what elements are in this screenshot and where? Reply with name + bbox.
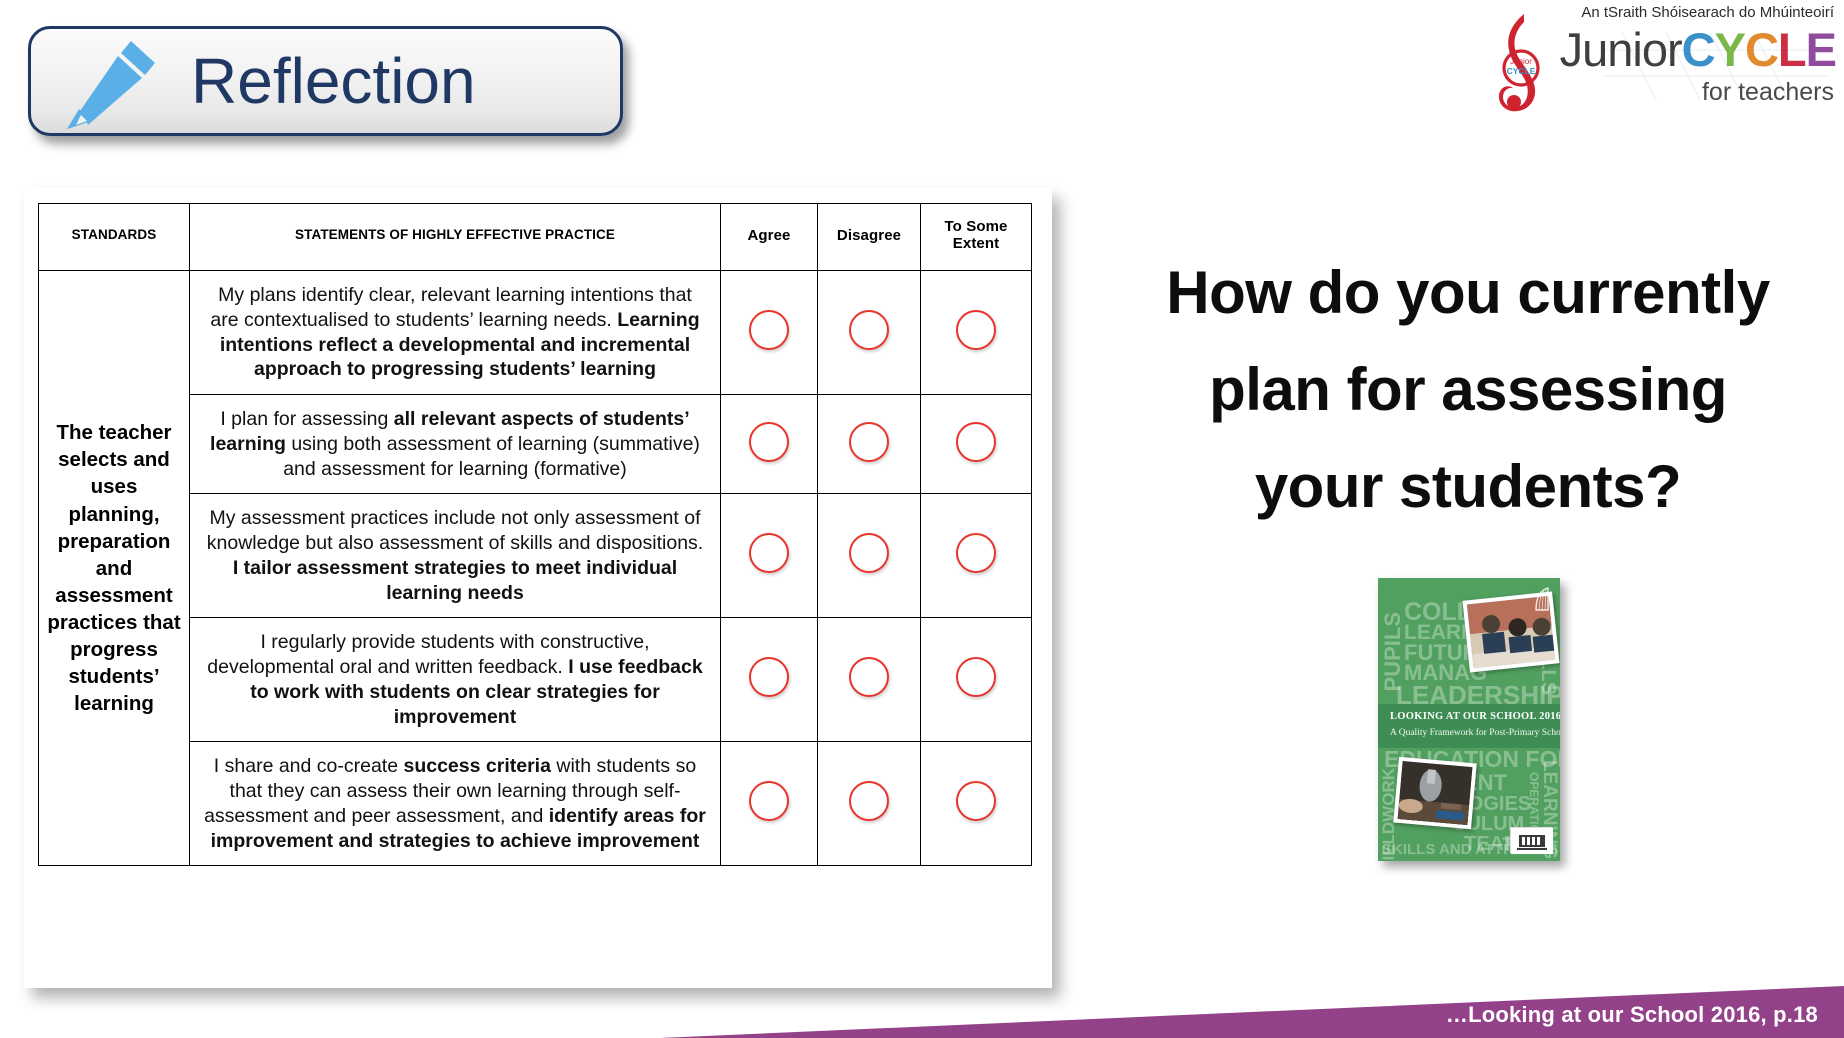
radio-circle[interactable] bbox=[749, 657, 789, 698]
question-line-1: How do you currently bbox=[1166, 259, 1770, 326]
option-disagree-1[interactable] bbox=[817, 270, 921, 395]
option-disagree-2[interactable] bbox=[817, 393, 921, 495]
question-line-3: your students? bbox=[1254, 453, 1682, 521]
logo-subtitle: for teachers bbox=[1701, 78, 1834, 106]
header-agree: Agree bbox=[720, 203, 818, 271]
statement-text: using both assessment of learning (summa… bbox=[283, 432, 700, 480]
logo-letter-e: E bbox=[1805, 23, 1837, 76]
book-cover-image: PUPILS COLLAB LEARNIN FUTURE MANAG LEADE… bbox=[1378, 578, 1560, 861]
reflection-title-button[interactable]: Reflection bbox=[28, 26, 623, 136]
statement-cell-4: I regularly provide students with constr… bbox=[189, 617, 721, 743]
statement-cell-3: My assessment practices include not only… bbox=[189, 493, 721, 619]
logo-letter-y: Y bbox=[1714, 23, 1746, 76]
radio-circle[interactable] bbox=[749, 533, 789, 574]
slide-canvas: Reflection Junior CYCLE An tSraith Shóis… bbox=[0, 0, 1844, 1038]
statement-text: I plan for assessing bbox=[220, 408, 394, 430]
department-logo bbox=[1510, 827, 1553, 854]
header-disagree: Disagree bbox=[817, 203, 921, 271]
book-title: LOOKING AT OUR SCHOOL 2016 bbox=[1390, 711, 1560, 722]
radio-circle[interactable] bbox=[956, 310, 996, 350]
table-body: The teacher selects and uses planning, p… bbox=[38, 269, 1032, 867]
radio-circle[interactable] bbox=[849, 421, 889, 462]
option-disagree-5[interactable] bbox=[817, 741, 921, 867]
radio-circle[interactable] bbox=[749, 781, 789, 822]
header-statements: STATEMENTS OF HIGHLY EFFECTIVE PRACTICE bbox=[189, 203, 721, 271]
logo-letter-c1: C bbox=[1681, 23, 1716, 76]
option-agree-1[interactable] bbox=[720, 270, 818, 395]
option-to-some-extent-3[interactable] bbox=[920, 493, 1032, 619]
option-to-some-extent-4[interactable] bbox=[920, 617, 1032, 743]
option-agree-5[interactable] bbox=[720, 741, 818, 867]
option-agree-3[interactable] bbox=[720, 493, 818, 619]
header-to-some-extent: To Some Extent bbox=[920, 203, 1032, 271]
radio-circle[interactable] bbox=[849, 781, 889, 822]
option-agree-2[interactable] bbox=[720, 393, 818, 495]
radio-circle[interactable] bbox=[749, 421, 789, 462]
standard-cell: The teacher selects and uses planning, p… bbox=[38, 269, 190, 867]
radio-circle[interactable] bbox=[849, 657, 889, 698]
book-subtitle: A Quality Framework for Post-Primary Sch… bbox=[1390, 728, 1560, 738]
logo-letter-c2: C bbox=[1744, 23, 1779, 76]
statement-cell-5: I share and co-create success criteria w… bbox=[189, 741, 721, 867]
treble-clef-icon: Junior CYCLE bbox=[1498, 14, 1540, 112]
option-disagree-3[interactable] bbox=[817, 493, 921, 619]
question-heading: How do you currently plan for assessing … bbox=[1098, 244, 1838, 536]
statement-emphasis: I tailor assessment strategies to meet i… bbox=[232, 556, 678, 604]
logo-badge-top: Junior bbox=[1510, 57, 1532, 66]
option-to-some-extent-1[interactable] bbox=[920, 270, 1032, 395]
harp-icon bbox=[1535, 587, 1549, 611]
rubric-table: STANDARDS STATEMENTS OF HIGHLY EFFECTIVE… bbox=[38, 203, 1032, 867]
book-cover-art: PUPILS COLLAB LEARNIN FUTURE MANAG LEADE… bbox=[1378, 578, 1560, 861]
logo-tagline: An tSraith Shóisearach do Mhúinteoirí bbox=[1581, 4, 1834, 21]
logo-word-junior: Junior bbox=[1559, 23, 1683, 76]
logo-badge-bottom: CYCLE bbox=[1507, 66, 1536, 76]
logo-letter-l: L bbox=[1777, 23, 1807, 76]
logo-wordmark: JuniorCYCLE bbox=[1559, 23, 1837, 76]
footer-source-text: …Looking at our School 2016, p.18 bbox=[1445, 1002, 1818, 1027]
pencil-icon bbox=[53, 31, 171, 131]
radio-circle[interactable] bbox=[956, 421, 996, 462]
radio-circle[interactable] bbox=[849, 310, 889, 350]
junior-cycle-logo: Junior CYCLE An tSraith Shóisearach do M… bbox=[1484, 2, 1837, 120]
statement-cell-1: My plans identify clear, relevant learni… bbox=[189, 270, 721, 395]
radio-circle[interactable] bbox=[956, 781, 996, 822]
option-to-some-extent-2[interactable] bbox=[920, 393, 1032, 495]
reflection-label: Reflection bbox=[191, 45, 476, 117]
question-line-2: plan for assessing bbox=[1209, 356, 1727, 424]
table-header-row: STANDARDS STATEMENTS OF HIGHLY EFFECTIVE… bbox=[38, 203, 1032, 271]
rubric-table-card: STANDARDS STATEMENTS OF HIGHLY EFFECTIVE… bbox=[24, 188, 1052, 988]
table-row: The teacher selects and uses planning, p… bbox=[38, 269, 1032, 867]
header-standards: STANDARDS bbox=[38, 203, 190, 271]
radio-circle[interactable] bbox=[849, 533, 889, 574]
radio-circle[interactable] bbox=[956, 657, 996, 698]
option-to-some-extent-5[interactable] bbox=[920, 741, 1032, 867]
radio-circle[interactable] bbox=[749, 310, 789, 350]
statement-emphasis: success criteria bbox=[403, 755, 551, 778]
option-agree-4[interactable] bbox=[720, 617, 818, 743]
workshop-photo bbox=[1393, 756, 1477, 830]
statement-text: I share and co-create bbox=[213, 755, 404, 778]
option-disagree-4[interactable] bbox=[817, 617, 921, 743]
statement-text: My assessment practices include not only… bbox=[206, 507, 704, 554]
radio-circle[interactable] bbox=[956, 533, 996, 574]
statement-cell-2: I plan for assessing all relevant aspect… bbox=[189, 393, 721, 495]
